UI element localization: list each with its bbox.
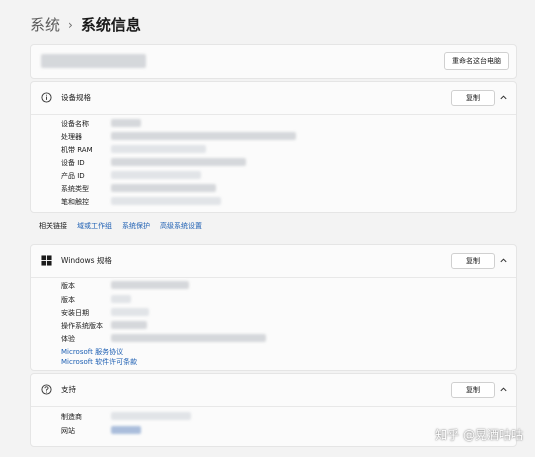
field-edition: 版本 xyxy=(61,282,75,290)
pc-name-card: 重命名这台电脑 xyxy=(30,44,517,79)
info-icon xyxy=(41,92,52,103)
value-redacted xyxy=(111,158,246,166)
link-ms-license-terms[interactable]: Microsoft 软件许可条款 xyxy=(61,357,137,367)
device-specs-card: 设备规格 复制 设备名称 处理器 机带 RAM 设备 ID 产品 ID 系统类型… xyxy=(30,81,517,213)
value-redacted xyxy=(111,295,131,303)
page-title: 系统信息 xyxy=(80,16,141,34)
value-redacted xyxy=(111,119,141,127)
related-links-label: 相关链接 xyxy=(39,222,67,230)
windows-specs-header[interactable]: Windows 规格 复制 xyxy=(31,245,516,277)
support-header[interactable]: 支持 复制 xyxy=(31,374,516,406)
link-system-protection[interactable]: 系统保护 xyxy=(122,221,150,231)
windows-logo-icon xyxy=(41,255,52,266)
windows-specs-copy-button[interactable]: 复制 xyxy=(451,253,495,269)
field-device-id: 设备 ID xyxy=(61,159,85,167)
windows-specs-card: Windows 规格 复制 版本 版本 安装日期 操作系统版本 体验 Micro… xyxy=(30,244,517,371)
chevron-up-icon[interactable] xyxy=(499,256,508,265)
breadcrumb-parent[interactable]: 系统 xyxy=(30,14,60,35)
field-website: 网站 xyxy=(61,427,75,435)
breadcrumb-separator: › xyxy=(68,17,73,32)
value-redacted xyxy=(111,308,149,316)
windows-specs-title: Windows 规格 xyxy=(61,256,112,265)
field-install-date: 安装日期 xyxy=(61,309,89,317)
field-pen-touch: 笔和触控 xyxy=(61,198,89,206)
field-os-build: 操作系统版本 xyxy=(61,322,103,330)
value-redacted xyxy=(111,426,141,434)
chevron-up-icon[interactable] xyxy=(499,385,508,394)
field-device-name: 设备名称 xyxy=(61,120,89,128)
related-links-bar: 相关链接 域或工作组 系统保护 高级系统设置 xyxy=(30,211,517,241)
support-copy-button[interactable]: 复制 xyxy=(451,382,495,398)
value-redacted xyxy=(111,132,296,140)
link-domain-workgroup[interactable]: 域或工作组 xyxy=(77,221,112,231)
value-redacted xyxy=(111,321,147,329)
link-ms-services-agreement[interactable]: Microsoft 服务协议 xyxy=(61,347,123,357)
chevron-up-icon[interactable] xyxy=(499,93,508,102)
value-redacted xyxy=(111,412,191,420)
rename-pc-button[interactable]: 重命名这台电脑 xyxy=(444,52,509,70)
device-specs-copy-button[interactable]: 复制 xyxy=(451,90,495,106)
support-title: 支持 xyxy=(61,385,76,394)
help-icon xyxy=(41,384,52,395)
field-version: 版本 xyxy=(61,296,75,304)
field-processor: 处理器 xyxy=(61,133,82,141)
value-redacted xyxy=(111,184,216,192)
breadcrumb: 系统 › 系统信息 xyxy=(30,14,141,35)
field-experience: 体验 xyxy=(61,335,75,343)
value-redacted xyxy=(111,171,201,179)
field-product-id: 产品 ID xyxy=(61,172,85,180)
device-specs-title: 设备规格 xyxy=(61,93,91,102)
value-redacted xyxy=(111,145,206,153)
value-redacted xyxy=(111,281,189,289)
pc-name-redacted xyxy=(41,54,146,68)
watermark: 知乎 @晃酒咕咕 xyxy=(435,428,523,442)
device-specs-header[interactable]: 设备规格 复制 xyxy=(31,82,516,114)
field-manufacturer: 制造商 xyxy=(61,413,82,421)
field-ram: 机带 RAM xyxy=(61,146,93,154)
field-system-type: 系统类型 xyxy=(61,185,89,193)
value-redacted xyxy=(111,197,221,205)
link-advanced-settings[interactable]: 高级系统设置 xyxy=(160,221,202,231)
value-redacted xyxy=(111,334,266,342)
